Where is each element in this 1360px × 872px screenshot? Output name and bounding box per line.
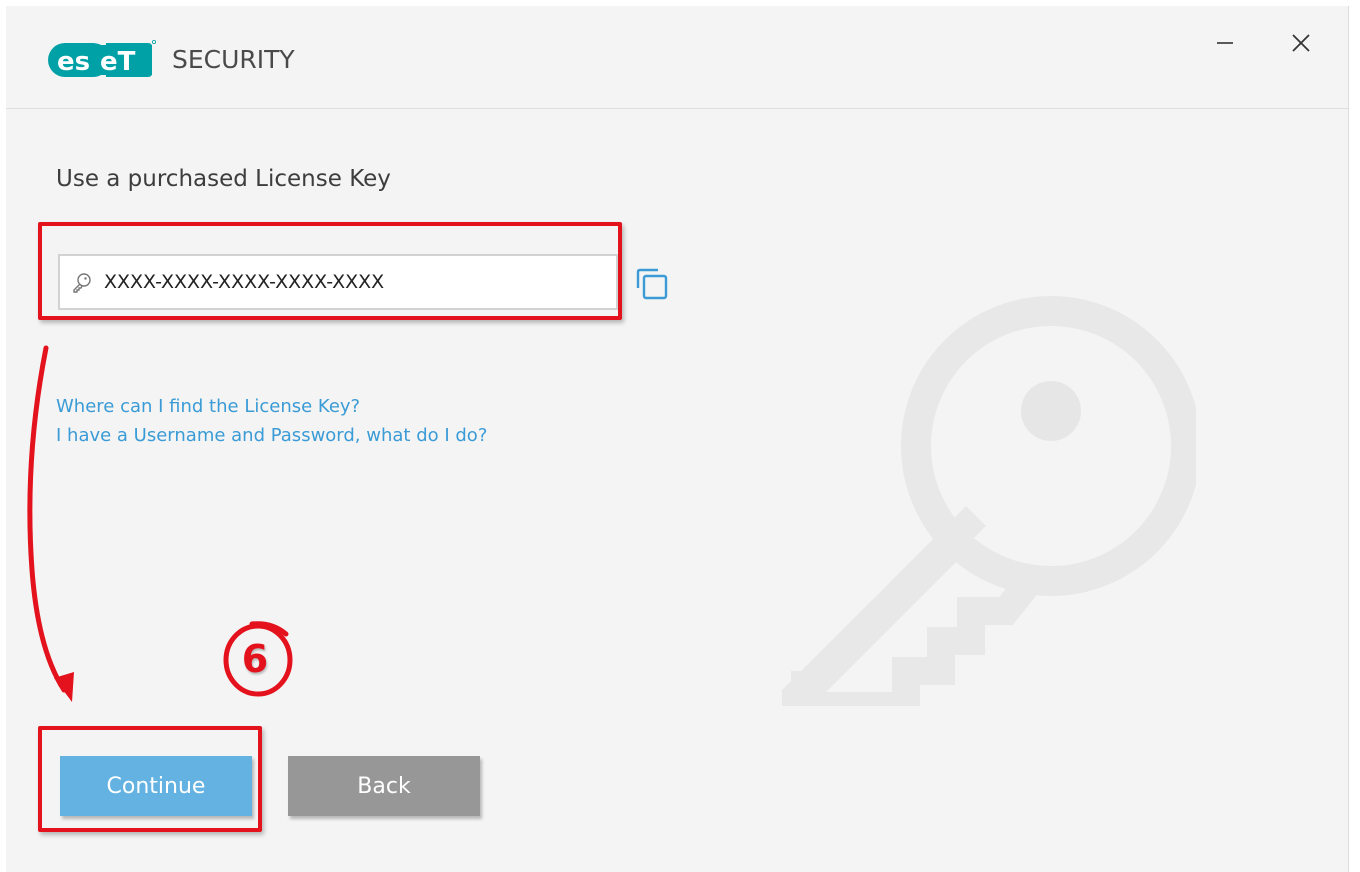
eset-logo-badge: es eT [48,39,157,79]
svg-text:es: es [57,47,90,77]
svg-text:eT: eT [100,47,136,77]
license-key-window: es eT SECURITY Use a purchased License K… [6,6,1349,872]
minimize-button[interactable] [1202,20,1248,66]
title-bar: es eT SECURITY [6,6,1348,109]
close-icon [1292,34,1310,52]
product-name: SECURITY [172,44,295,74]
back-button[interactable]: Back [288,756,480,816]
copy-paste-icon[interactable] [632,264,672,304]
continue-button[interactable]: Continue [60,756,252,816]
find-license-key-link[interactable]: Where can I find the License Key? [56,396,360,417]
username-password-link[interactable]: I have a Username and Password, what do … [56,425,487,446]
background-key-illustration [782,296,1196,706]
minimize-icon [1217,42,1233,44]
license-key-field[interactable] [58,254,618,310]
license-key-input[interactable] [104,271,604,293]
eset-logo: es eT SECURITY [48,39,295,79]
key-icon [60,270,104,294]
page-title: Use a purchased License Key [56,166,391,192]
close-button[interactable] [1278,20,1324,66]
